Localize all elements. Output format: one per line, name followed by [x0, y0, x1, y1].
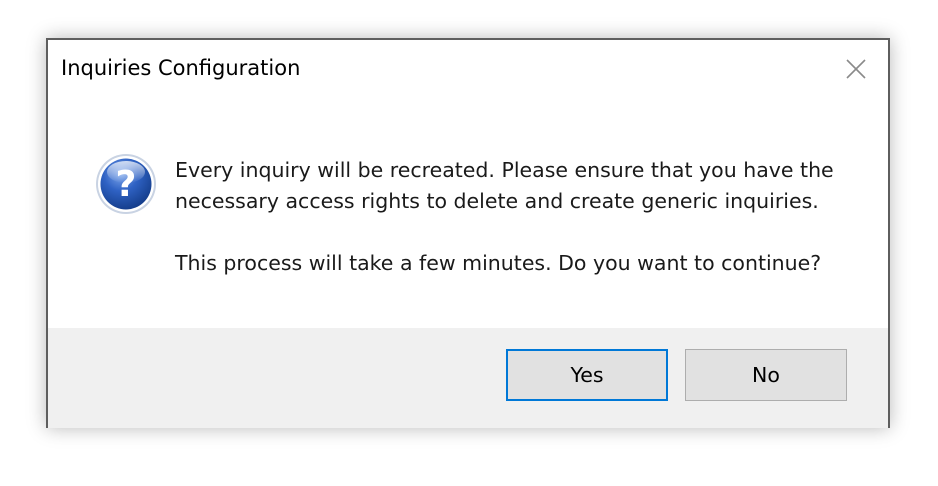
- message-dialog: Inquiries Configuration ? Every inquiry …: [46, 38, 890, 428]
- button-bar: Yes No: [48, 328, 888, 428]
- yes-button[interactable]: Yes: [506, 349, 668, 401]
- question-icon: ?: [94, 152, 158, 216]
- svg-text:?: ?: [116, 164, 137, 205]
- title-bar[interactable]: Inquiries Configuration: [48, 40, 888, 104]
- message-text-2: This process will take a few minutes. Do…: [175, 251, 822, 275]
- dialog-content: ? Every inquiry will be recreated. Pleas…: [48, 104, 888, 328]
- message-text-1: Every inquiry will be recreated. Please …: [175, 158, 834, 213]
- dialog-title: Inquiries Configuration: [61, 56, 301, 80]
- close-icon: [846, 59, 866, 79]
- no-button[interactable]: No: [685, 349, 847, 401]
- close-button[interactable]: [836, 52, 876, 86]
- dialog-message: Every inquiry will be recreated. Please …: [175, 155, 865, 279]
